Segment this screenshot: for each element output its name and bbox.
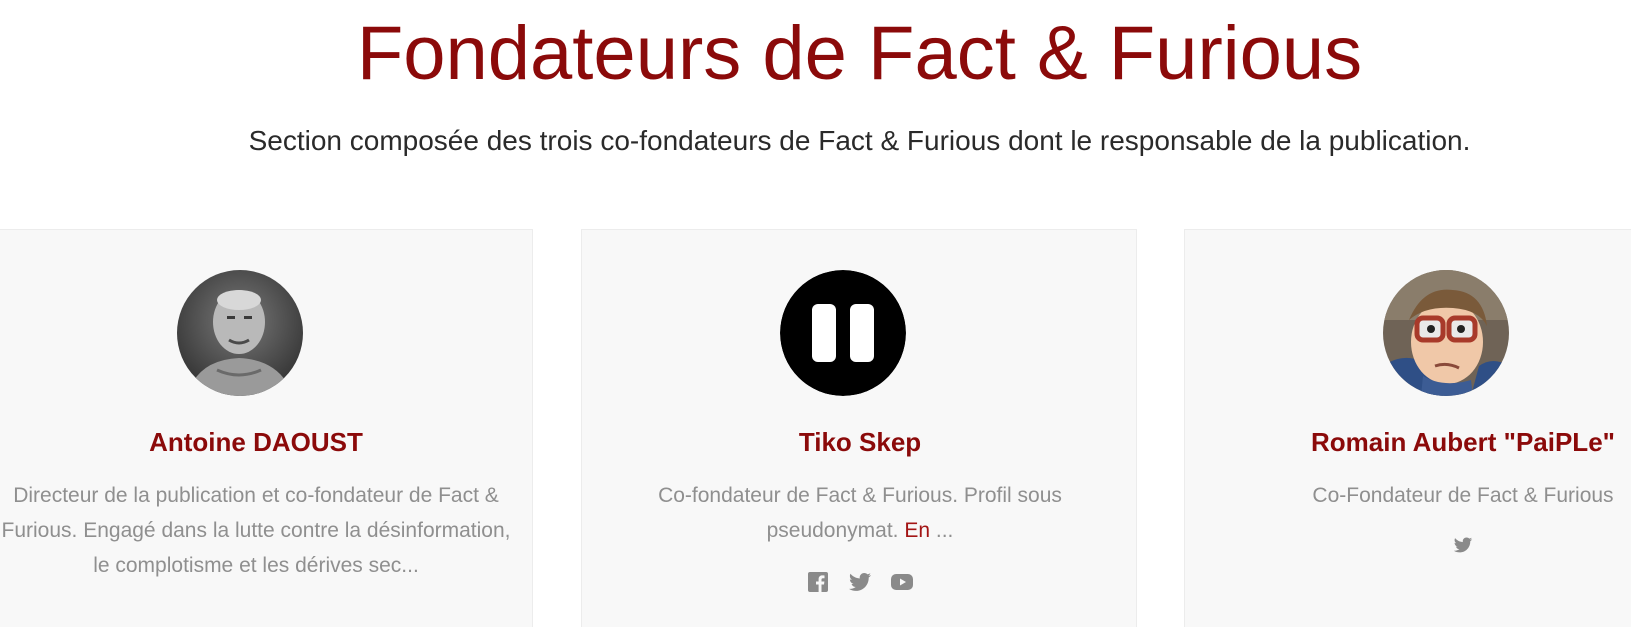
page-title: Fondateurs de Fact & Furious bbox=[356, 11, 1363, 96]
founder-card-romain: Romain Aubert "PaiPLe" Co-Fondateur de F… bbox=[1184, 229, 1631, 627]
founders-section: Fondateurs de Fact & Furious Section com… bbox=[0, 0, 1631, 627]
founder-name[interactable]: Romain Aubert "PaiPLe" bbox=[1185, 426, 1631, 458]
read-more-link[interactable]: En bbox=[904, 519, 930, 542]
founder-description: Co-Fondateur de Fact & Furious bbox=[1312, 484, 1614, 507]
avatar[interactable] bbox=[1383, 270, 1509, 396]
founder-card-antoine: Antoine DAOUST Directeur de la publicati… bbox=[0, 229, 533, 627]
founder-name[interactable]: Antoine DAOUST bbox=[1, 426, 511, 458]
facebook-icon[interactable] bbox=[806, 570, 830, 594]
pause-logo-icon bbox=[780, 270, 906, 396]
ellipsis: ... bbox=[930, 519, 954, 542]
twitter-icon[interactable] bbox=[848, 570, 872, 594]
avatar[interactable] bbox=[177, 270, 303, 396]
avatar[interactable] bbox=[780, 270, 906, 396]
description-text: Co-fondateur de Fact & Furious. Profil s… bbox=[658, 484, 1062, 542]
founder-name[interactable]: Tiko Skep bbox=[582, 426, 1138, 458]
youtube-icon[interactable] bbox=[890, 570, 914, 594]
page-subtitle: Section composée des trois co-fondateurs… bbox=[248, 125, 1471, 156]
founder-card-tiko: Tiko Skep Co-fondateur de Fact & Furious… bbox=[581, 229, 1137, 627]
social-links bbox=[582, 570, 1138, 594]
founder-description: Co-fondateur de Fact & Furious. Profil s… bbox=[642, 478, 1078, 548]
founder-description: Directeur de la publication et co-fondat… bbox=[1, 484, 511, 577]
social-links bbox=[1185, 535, 1631, 555]
twitter-icon[interactable] bbox=[1453, 535, 1473, 555]
